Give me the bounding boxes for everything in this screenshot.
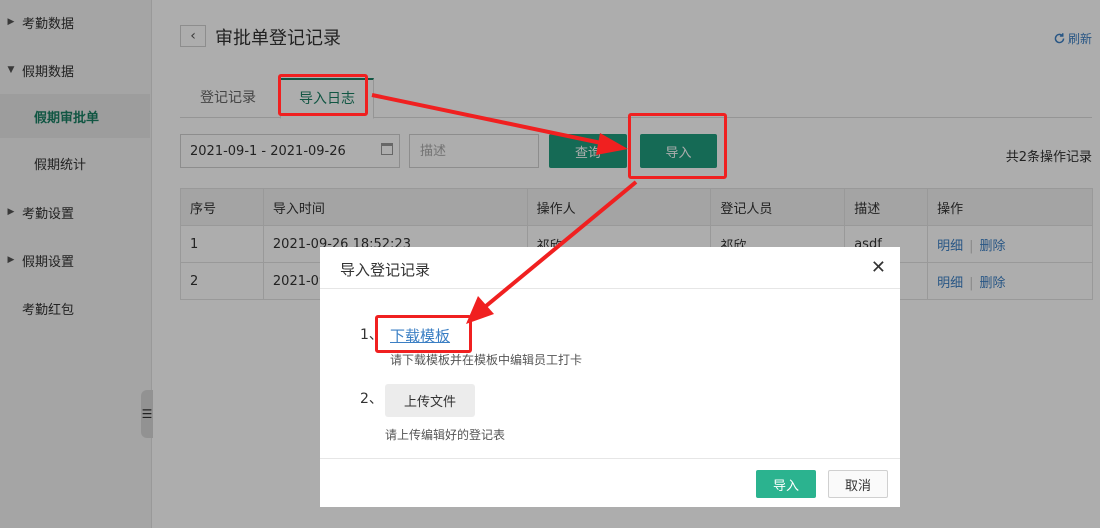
arrow-head-icon — [466, 296, 494, 324]
annotation-arrows — [371, 93, 638, 324]
arrow-head-icon — [596, 133, 628, 155]
annotation-arrow — [484, 180, 638, 308]
annotation-arrow — [371, 93, 607, 146]
